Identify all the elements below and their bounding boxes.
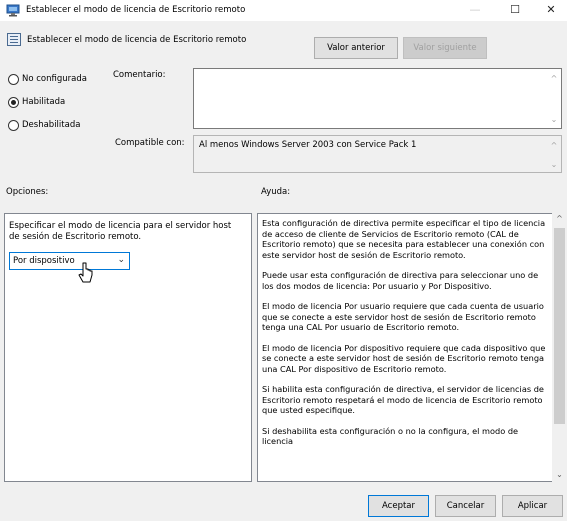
cancel-button[interactable]: Cancelar	[435, 495, 496, 517]
next-setting-button[interactable]: Valor siguiente	[403, 37, 487, 59]
supported-textbox: Al menos Windows Server 2003 con Service…	[193, 135, 562, 173]
radio-circle[interactable]	[8, 119, 19, 131]
policy-app-icon	[6, 4, 20, 17]
policy-title: Establecer el modo de licencia de Escrit…	[27, 35, 247, 45]
combo-value: Por dispositivo	[13, 256, 75, 266]
radio-disabled[interactable]: Deshabilitada	[8, 118, 80, 132]
options-heading: Opciones:	[6, 187, 49, 197]
scroll-down-icon[interactable]: ⌄	[550, 116, 558, 124]
help-paragraph: Si deshabilita esta configuración o no l…	[262, 425, 519, 447]
license-mode-combobox[interactable]: Por dispositivo ⌄	[9, 252, 130, 270]
help-paragraph: Si habilita esta configuración de direct…	[262, 384, 544, 415]
supported-label: Compatible con:	[115, 138, 185, 148]
radio-circle[interactable]	[8, 73, 19, 85]
apply-button[interactable]: Aplicar	[502, 495, 563, 517]
policy-setting-icon	[7, 33, 21, 46]
help-paragraph: Esta configuración de directiva permite …	[262, 218, 546, 260]
options-panel: Especificar el modo de licencia para el …	[4, 213, 252, 482]
radio-circle[interactable]	[8, 96, 19, 108]
title-bar: Establecer el modo de licencia de Escrit…	[0, 0, 567, 22]
help-paragraph: Puede usar esta configuración de directi…	[262, 270, 539, 291]
scroll-down-icon[interactable]: ⌄	[550, 161, 558, 169]
comment-textbox[interactable]: ^ ⌄	[193, 68, 562, 129]
scroll-up-icon[interactable]: ^	[552, 212, 567, 226]
radio-label: No configurada	[22, 74, 87, 84]
help-paragraph: El modo de licencia Por usuario requiere…	[262, 301, 544, 332]
mouse-pointer-icon	[78, 262, 93, 283]
minimize-button[interactable]: —	[455, 0, 495, 22]
scroll-up-icon[interactable]: ^	[550, 142, 558, 150]
radio-enabled[interactable]: Habilitada	[8, 95, 65, 109]
help-paragraph: El modo de licencia Por dispositivo requ…	[262, 342, 546, 374]
chevron-down-icon[interactable]: ⌄	[117, 255, 125, 265]
radio-label: Habilitada	[22, 97, 66, 107]
window-title: Establecer el modo de licencia de Escrit…	[26, 5, 246, 15]
close-button[interactable]: ✕	[535, 0, 567, 22]
supported-value: Al menos Windows Server 2003 con Service…	[199, 140, 417, 150]
scrollbar-thumb[interactable]	[554, 228, 565, 424]
previous-setting-button[interactable]: Valor anterior	[314, 37, 398, 59]
help-scrollbar[interactable]: ^ ⌄	[552, 212, 567, 482]
help-heading: Ayuda:	[261, 187, 291, 197]
options-description: Especificar el modo de licencia para el …	[9, 221, 232, 242]
maximize-button[interactable]: ☐	[495, 0, 535, 22]
radio-not-configured[interactable]: No configurada	[8, 72, 87, 86]
scroll-up-icon[interactable]: ^	[550, 75, 558, 83]
comment-label: Comentario:	[113, 70, 166, 80]
help-text: Esta configuración de directiva permite …	[262, 218, 550, 457]
radio-label: Deshabilitada	[22, 120, 81, 130]
help-panel: Esta configuración de directiva permite …	[257, 213, 553, 482]
ok-button[interactable]: Aceptar	[368, 495, 429, 517]
scroll-down-icon[interactable]: ⌄	[552, 468, 567, 482]
